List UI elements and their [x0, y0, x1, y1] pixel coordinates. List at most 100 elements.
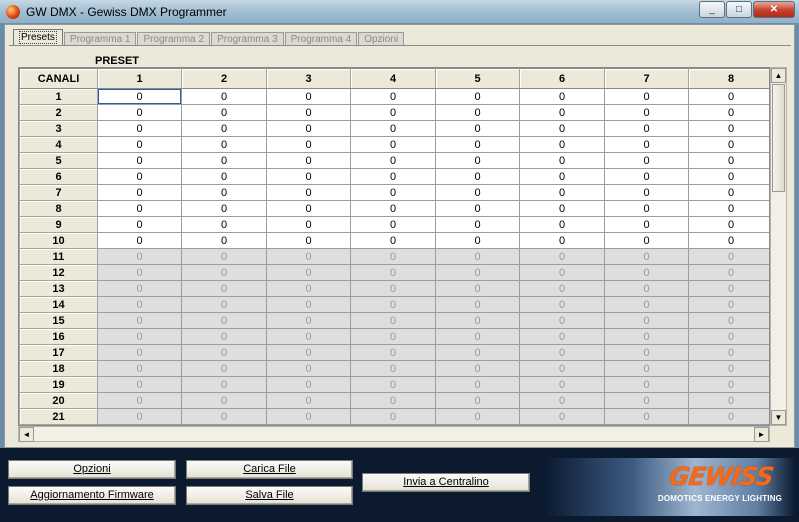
grid-cell[interactable]: 0: [266, 120, 351, 137]
grid-cell[interactable]: 0: [97, 168, 182, 185]
channel-header-6[interactable]: 6: [19, 168, 98, 185]
scroll-left-icon[interactable]: ◄: [19, 427, 34, 442]
grid-cell[interactable]: 0: [266, 184, 351, 201]
column-header-4[interactable]: 4: [350, 68, 436, 89]
grid-cell[interactable]: 0: [519, 120, 605, 137]
column-header-3[interactable]: 3: [266, 68, 351, 89]
grid-cell[interactable]: 0: [181, 232, 267, 249]
grid-cell[interactable]: 0: [604, 136, 689, 153]
grid-cell[interactable]: 0: [604, 104, 689, 121]
grid-cell[interactable]: 0: [181, 88, 267, 105]
channel-header-2[interactable]: 2: [19, 104, 98, 121]
grid-cell[interactable]: 0: [688, 200, 769, 217]
grid-cell[interactable]: 0: [350, 104, 436, 121]
channel-header-16[interactable]: 16: [19, 328, 98, 345]
channel-header-4[interactable]: 4: [19, 136, 98, 153]
channel-header-18[interactable]: 18: [19, 360, 98, 377]
scroll-right-icon[interactable]: ►: [754, 427, 769, 442]
horizontal-scrollbar[interactable]: ◄ ►: [18, 426, 770, 442]
grid-cell[interactable]: 0: [435, 200, 520, 217]
channel-header-9[interactable]: 9: [19, 216, 98, 233]
grid-cell[interactable]: 0: [604, 200, 689, 217]
grid-cell[interactable]: 0: [688, 104, 769, 121]
channel-header-13[interactable]: 13: [19, 280, 98, 297]
salva-file-button[interactable]: Salva File: [186, 486, 353, 505]
tab-programma-3[interactable]: Programma 3: [211, 32, 284, 46]
grid-cell[interactable]: 0: [688, 168, 769, 185]
tab-presets[interactable]: Presets: [13, 29, 63, 46]
vertical-scrollbar[interactable]: ▲ ▼: [770, 67, 787, 426]
grid-cell[interactable]: 0: [350, 152, 436, 169]
grid-cell[interactable]: 0: [435, 88, 520, 105]
grid-cell[interactable]: 0: [688, 216, 769, 233]
channel-header-19[interactable]: 19: [19, 376, 98, 393]
grid-cell[interactable]: 0: [266, 104, 351, 121]
channel-header-3[interactable]: 3: [19, 120, 98, 137]
grid-cell[interactable]: 0: [519, 216, 605, 233]
carica-file-button[interactable]: Carica File: [186, 460, 353, 479]
grid-cell[interactable]: 0: [688, 184, 769, 201]
grid-cell[interactable]: 0: [435, 120, 520, 137]
column-header-2[interactable]: 2: [181, 68, 267, 89]
grid-cell[interactable]: 0: [604, 120, 689, 137]
channel-header-21[interactable]: 21: [19, 408, 98, 425]
grid-cell[interactable]: 0: [350, 232, 436, 249]
grid-cell[interactable]: 0: [519, 232, 605, 249]
grid-cell[interactable]: 0: [350, 168, 436, 185]
minimize-button[interactable]: _: [699, 1, 725, 18]
tab-opzioni[interactable]: Opzioni: [358, 32, 405, 46]
grid-cell[interactable]: 0: [97, 88, 182, 105]
grid-cell[interactable]: 0: [688, 136, 769, 153]
grid-cell[interactable]: 0: [97, 216, 182, 233]
channel-header-8[interactable]: 8: [19, 200, 98, 217]
grid-cell[interactable]: 0: [688, 88, 769, 105]
close-button[interactable]: ✕: [753, 1, 795, 18]
grid-cell[interactable]: 0: [350, 136, 436, 153]
grid-cell[interactable]: 0: [604, 88, 689, 105]
grid-cell[interactable]: 0: [604, 152, 689, 169]
channel-header-20[interactable]: 20: [19, 392, 98, 409]
grid-cell[interactable]: 0: [266, 232, 351, 249]
grid-cell[interactable]: 0: [688, 152, 769, 169]
scroll-up-icon[interactable]: ▲: [771, 68, 786, 83]
tab-programma-1[interactable]: Programma 1: [63, 32, 137, 46]
grid-cell[interactable]: 0: [519, 136, 605, 153]
grid-cell[interactable]: 0: [181, 104, 267, 121]
column-header-8[interactable]: 8: [688, 68, 769, 89]
grid-cell[interactable]: 0: [266, 216, 351, 233]
tab-programma-2[interactable]: Programma 2: [137, 32, 211, 46]
grid-cell[interactable]: 0: [519, 104, 605, 121]
grid-cell[interactable]: 0: [435, 136, 520, 153]
invia-centralino-button[interactable]: Invia a Centralino: [362, 473, 530, 492]
grid-cell[interactable]: 0: [688, 232, 769, 249]
grid-cell[interactable]: 0: [97, 232, 182, 249]
grid-cell[interactable]: 0: [604, 168, 689, 185]
title-bar[interactable]: GW DMX - Gewiss DMX Programmer _ □ ✕: [0, 0, 799, 24]
grid-cell[interactable]: 0: [97, 184, 182, 201]
grid-cell[interactable]: 0: [181, 184, 267, 201]
channel-header-17[interactable]: 17: [19, 344, 98, 361]
maximize-button[interactable]: □: [726, 1, 752, 18]
column-header-5[interactable]: 5: [435, 68, 520, 89]
grid-cell[interactable]: 0: [350, 120, 436, 137]
grid-cell[interactable]: 0: [97, 104, 182, 121]
grid-cell[interactable]: 0: [266, 136, 351, 153]
grid-cell[interactable]: 0: [688, 120, 769, 137]
tab-programma-4[interactable]: Programma 4: [284, 32, 358, 46]
grid-cell[interactable]: 0: [435, 232, 520, 249]
channel-header-14[interactable]: 14: [19, 296, 98, 313]
grid-cell[interactable]: 0: [604, 216, 689, 233]
channel-header-12[interactable]: 12: [19, 264, 98, 281]
grid-cell[interactable]: 0: [350, 216, 436, 233]
grid-cell[interactable]: 0: [181, 216, 267, 233]
app-icon[interactable]: [6, 5, 20, 19]
preset-grid[interactable]: CANALI 1 2 3 4 5 6 7 8 1 0 0 0 0 0 0 0 0 2 0 0 0 0 0 0 0 0 3 0 0 0 0 0 0 0…: [18, 67, 770, 426]
column-header-1[interactable]: 1: [97, 68, 182, 89]
grid-cell[interactable]: 0: [266, 152, 351, 169]
grid-cell[interactable]: 0: [181, 152, 267, 169]
grid-cell[interactable]: 0: [604, 184, 689, 201]
grid-cell[interactable]: 0: [97, 136, 182, 153]
grid-cell[interactable]: 0: [519, 184, 605, 201]
aggiornamento-firmware-button[interactable]: Aggiornamento Firmware: [8, 486, 176, 505]
channel-header-11[interactable]: 11: [19, 248, 98, 265]
